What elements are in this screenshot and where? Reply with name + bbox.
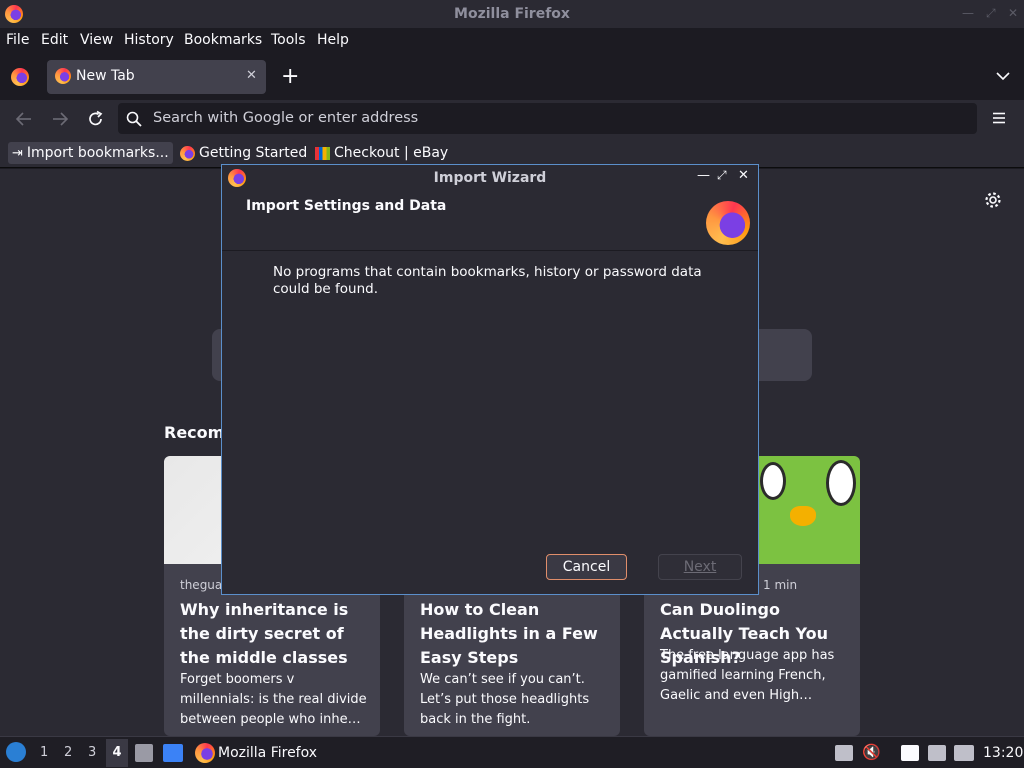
story-excerpt: Forget boomers v millennials: is the rea… — [180, 672, 367, 727]
window-title: Mozilla Firefox — [454, 6, 570, 22]
show-desktop-icon[interactable] — [163, 744, 183, 762]
firefox-view-icon[interactable] — [11, 68, 29, 86]
tab-favicon-icon — [55, 68, 71, 84]
dialog-titlebar: Import Wizard — ⤢ ✕ — [222, 165, 758, 191]
menubar: File Edit View History Bookmarks Tools H… — [0, 28, 1024, 54]
dialog-heading: Import Settings and Data — [246, 198, 447, 214]
updates-tray-icon[interactable] — [835, 745, 853, 761]
dialog-header: Import Settings and Data — [222, 191, 758, 251]
dialog-maximize-icon[interactable]: ⤢ — [717, 168, 727, 183]
firefox-favicon-icon — [180, 145, 195, 161]
clipboard-tray-icon[interactable] — [901, 745, 919, 761]
import-icon: ⇥ — [12, 145, 23, 161]
cancel-button[interactable]: Cancel — [546, 554, 627, 580]
file-manager-icon[interactable] — [135, 744, 153, 762]
settings-gear-icon[interactable] — [984, 191, 1002, 209]
start-menu-icon[interactable] — [6, 742, 26, 762]
menu-bookmarks[interactable]: Bookmarks — [184, 32, 262, 48]
dialog-message: No programs that contain bookmarks, hist… — [273, 264, 702, 297]
story-source: 1 min — [763, 578, 798, 592]
dialog-minimize-icon[interactable]: — — [697, 168, 710, 183]
menu-edit[interactable]: Edit — [41, 32, 68, 48]
story-headline: How to Clean Headlights in a Few Easy St… — [420, 600, 598, 667]
network-tray-icon[interactable] — [928, 745, 946, 761]
story-excerpt: We can’t see if you can’t. Let’s put tho… — [420, 672, 590, 727]
clock: 13:20 — [983, 745, 1024, 761]
bookmark-import[interactable]: ⇥ Import bookmarks... — [8, 142, 173, 164]
reload-icon[interactable] — [87, 110, 105, 128]
new-tab-plus-icon[interactable]: + — [281, 64, 299, 89]
taskbar: 1 2 3 4 Mozilla Firefox 🔇 13:20 — [0, 736, 1024, 768]
forward-arrow-icon[interactable] — [51, 111, 69, 127]
dialog-close-icon[interactable]: ✕ — [738, 168, 749, 183]
menu-help[interactable]: Help — [317, 32, 349, 48]
menu-view[interactable]: View — [80, 32, 113, 48]
back-arrow-icon[interactable] — [15, 111, 33, 127]
story-excerpt: The free language app has gamified learn… — [660, 648, 835, 703]
tab-new-tab[interactable]: New Tab ✕ — [47, 60, 266, 94]
address-placeholder: Search with Google or enter address — [153, 110, 419, 126]
firefox-logo-icon — [706, 201, 750, 245]
bookmark-label: Checkout | eBay — [334, 145, 449, 161]
tab-label: New Tab — [76, 68, 135, 84]
close-icon[interactable]: ✕ — [1008, 6, 1018, 20]
workspace-2[interactable]: 2 — [64, 745, 72, 760]
workspace-1[interactable]: 1 — [40, 745, 48, 760]
tab-list-chevron-icon[interactable] — [996, 71, 1010, 81]
menu-history[interactable]: History — [124, 32, 174, 48]
dialog-body: No programs that contain bookmarks, hist… — [222, 251, 758, 594]
volume-muted-icon[interactable]: 🔇 — [862, 743, 881, 761]
ebay-favicon-icon — [315, 146, 330, 160]
taskbar-firefox-icon[interactable] — [195, 743, 215, 763]
menu-tools[interactable]: Tools — [271, 32, 306, 48]
notification-tray-icon[interactable] — [954, 745, 974, 761]
window-titlebar: Mozilla Firefox — ⤢ ✕ — [0, 0, 1024, 28]
story-source: thegua — [180, 578, 223, 592]
taskbar-app-label[interactable]: Mozilla Firefox — [218, 745, 317, 761]
minimize-icon[interactable]: — — [962, 6, 974, 20]
search-icon — [126, 111, 142, 127]
bookmark-ebay-checkout[interactable]: Checkout | eBay — [311, 142, 452, 164]
maximize-icon[interactable]: ⤢ — [986, 6, 996, 21]
next-button[interactable]: Next — [658, 554, 742, 580]
workspace-3[interactable]: 3 — [88, 745, 96, 760]
bookmark-label: Getting Started — [199, 145, 308, 161]
hamburger-menu-icon[interactable] — [992, 112, 1006, 124]
bookmark-label: Import bookmarks... — [26, 145, 169, 161]
tab-close-icon[interactable]: ✕ — [246, 68, 257, 83]
story-headline: Why inheritance is the dirty secret of t… — [180, 600, 349, 667]
menu-file[interactable]: File — [6, 32, 29, 48]
address-bar[interactable]: Search with Google or enter address — [118, 103, 977, 134]
dialog-title: Import Wizard — [433, 170, 547, 186]
workspace-4-active[interactable]: 4 — [106, 739, 128, 767]
bookmark-getting-started[interactable]: Getting Started — [176, 142, 311, 164]
